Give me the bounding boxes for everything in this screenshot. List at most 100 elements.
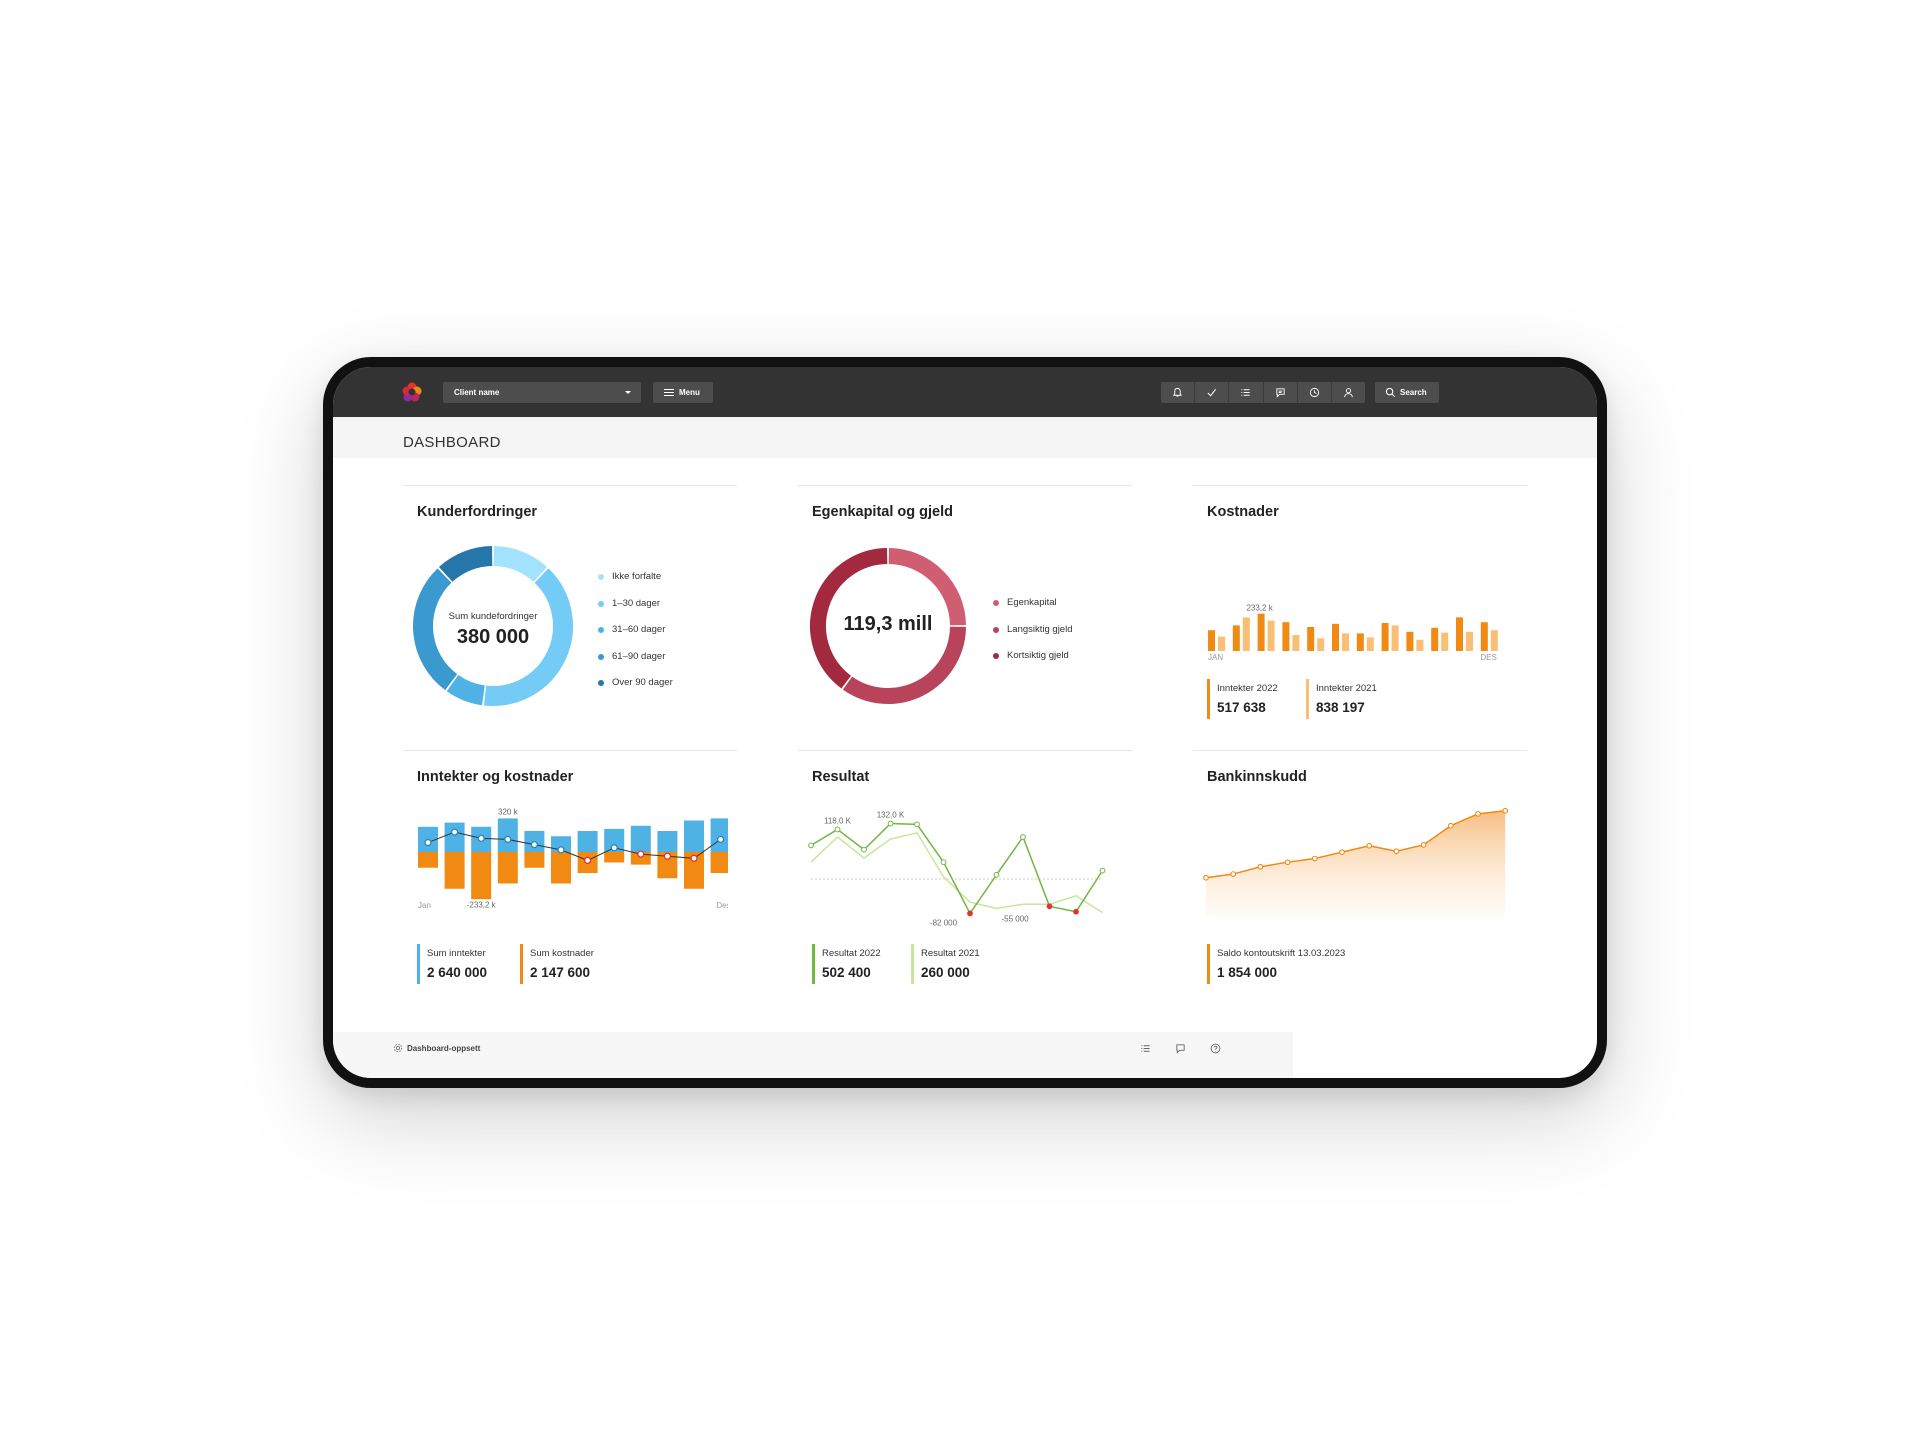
bar-2022 (1356, 633, 1364, 651)
stat-value: 2 147 600 (530, 965, 591, 980)
bar-2022 (1257, 613, 1265, 651)
series-2022-point (914, 821, 920, 828)
messages-button[interactable] (1264, 382, 1298, 403)
legend-label: Ikke forfalte (612, 571, 662, 582)
balance-point (1420, 842, 1427, 848)
stat-label: Inntekter 2022 (1217, 683, 1278, 694)
list-icon[interactable] (1140, 1043, 1151, 1054)
income-bar (444, 822, 465, 852)
toolbar-icon-group (1161, 382, 1365, 403)
list-icon (1241, 389, 1251, 396)
legend-label: 1–30 dager (612, 597, 661, 609)
stat-value: 502 400 (822, 965, 871, 980)
bank-deposit-area-chart (1203, 807, 1509, 916)
donut-center-label: Sum kundefordringer (448, 611, 538, 622)
income-bar (577, 831, 598, 852)
stat-color-bar (1306, 679, 1309, 719)
data-label: 320 k (498, 807, 519, 816)
bar-2021 (1391, 625, 1399, 651)
stat-color-bar (1207, 944, 1210, 984)
bar-2021 (1366, 637, 1374, 651)
stat-value: 2 640 000 (427, 965, 488, 980)
result-point (690, 854, 698, 862)
legend-item: Langsiktig gjeld (993, 624, 1073, 651)
x-tick-label: Des (716, 901, 728, 910)
legend-dot (993, 626, 999, 633)
series-2022-point (808, 842, 814, 849)
legend-dot (598, 600, 604, 607)
stat-color-bar (1207, 679, 1210, 719)
donut-center-value: 380 000 (456, 626, 530, 648)
bar-2021 (1342, 633, 1349, 651)
result-point (424, 838, 432, 847)
legend-dot (993, 600, 999, 606)
profile-button[interactable] (1332, 382, 1365, 403)
menu-button[interactable]: Menu (653, 382, 713, 403)
result-point (583, 856, 592, 865)
caret-down-icon (625, 391, 631, 394)
stat-value: 1 854 000 (1217, 965, 1278, 980)
chat-icon (1275, 388, 1285, 398)
search-button[interactable]: Search (1375, 382, 1439, 403)
card-inntekter-og-kostnader: Inntekter og kostnader 320 k -233,2 k Jan D… (403, 750, 737, 1000)
search-icon (1385, 387, 1396, 398)
stat-label: Saldo kontoutskrift 13.03.2023 (1217, 948, 1346, 959)
stat-value: 260 000 (921, 965, 970, 980)
income-costs-bar-chart: 320 k -233,2 k Jan Des (418, 807, 728, 910)
legend-item: 1–30 dager (598, 598, 673, 625)
x-tick-label: Jan (418, 901, 431, 910)
tasks-button[interactable] (1195, 382, 1230, 403)
legend-label: Egenkapital (1007, 597, 1057, 608)
stat-resultat-2021: Resultat 2021 260 000 (911, 944, 980, 984)
check-icon (1207, 388, 1217, 397)
data-label: -233,2 k (467, 900, 497, 909)
result-point (716, 835, 725, 844)
bar-2022 (1282, 622, 1290, 651)
balance-point (1284, 859, 1291, 866)
cost-bar (497, 852, 518, 884)
donut-center-value: 119,3 mill (843, 613, 933, 635)
legend-label: 61–90 dager (612, 650, 666, 662)
user-icon (1344, 388, 1353, 398)
bar-2021 (1317, 638, 1325, 651)
result-point (610, 844, 618, 852)
receivables-legend: Ikke forfalte 1–30 dager 31–60 dager 61–90 … (598, 571, 673, 704)
income-bar (657, 831, 678, 852)
data-label: 118,0 K (824, 816, 852, 825)
page-header: DASHBOARD (333, 417, 1597, 458)
brand-logo-icon[interactable] (401, 381, 423, 403)
history-button[interactable] (1298, 382, 1332, 403)
stat-resultat-2022: Resultat 2022 502 400 (812, 944, 881, 984)
stat-inntekter-2021: Inntekter 2021 838 197 (1306, 679, 1377, 719)
help-icon[interactable] (1210, 1043, 1221, 1054)
series-2022-point (1046, 903, 1053, 910)
income-bar (630, 825, 651, 852)
legend-label: 31–60 dager (612, 624, 666, 635)
dashboard-setup-link[interactable]: Dashboard-oppsett (407, 1044, 480, 1053)
legend-item: Kortsiktig gjeld (993, 650, 1073, 677)
card-title: Kunderfordringer (417, 504, 538, 520)
balance-point (1230, 871, 1237, 877)
data-label: 233,2 k (1246, 604, 1273, 613)
cost-bar (710, 852, 728, 873)
list-button[interactable] (1229, 382, 1264, 403)
balance-point (1203, 874, 1209, 881)
bar-2021 (1267, 620, 1275, 651)
data-label: 132,0 K (877, 811, 905, 820)
result-point (663, 852, 672, 860)
legend-item: 61–90 dager (598, 651, 673, 678)
client-select[interactable]: Client name (443, 382, 641, 403)
balance-point (1339, 849, 1345, 856)
income-bar (497, 818, 518, 852)
gear-icon[interactable] (393, 1043, 403, 1053)
chat-icon[interactable] (1175, 1043, 1186, 1054)
bar-2021 (1292, 635, 1300, 651)
stat-label: Inntekter 2021 (1316, 683, 1377, 694)
balance-point (1502, 807, 1509, 814)
card-title: Inntekter og kostnader (417, 769, 574, 785)
stat-color-bar (812, 944, 815, 984)
donut-slice (842, 626, 966, 704)
notifications-button[interactable] (1161, 382, 1196, 403)
card-title: Resultat (812, 769, 870, 785)
donut-slice (438, 546, 493, 583)
